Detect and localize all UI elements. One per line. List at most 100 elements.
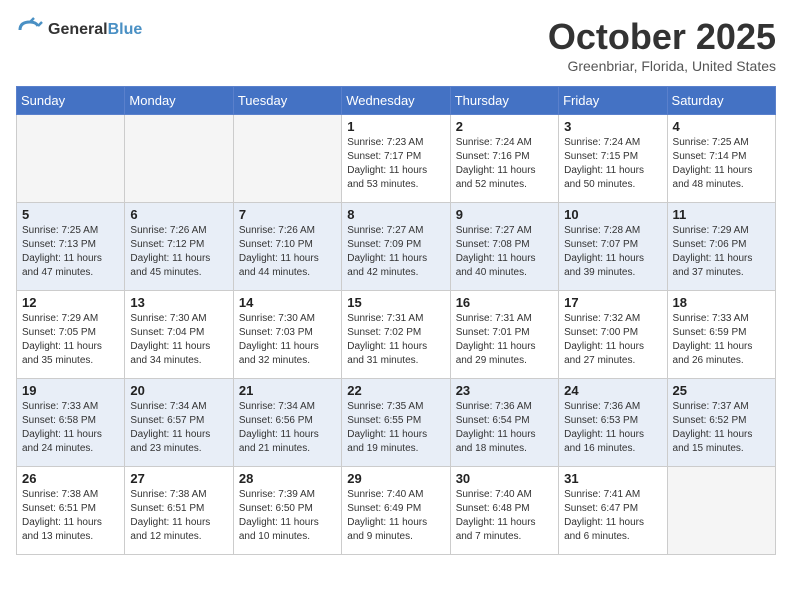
calendar-cell: 23Sunrise: 7:36 AM Sunset: 6:54 PM Dayli… <box>450 379 558 467</box>
day-number: 1 <box>347 119 444 134</box>
day-number: 25 <box>673 383 770 398</box>
calendar-cell: 11Sunrise: 7:29 AM Sunset: 7:06 PM Dayli… <box>667 203 775 291</box>
page-header: GeneralBlue October 2025 Greenbriar, Flo… <box>16 16 776 74</box>
calendar-cell: 6 Sunrise: 7:26 AM Sunset: 7:12 PM Daylig… <box>125 203 233 291</box>
calendar-cell: 15 Sunrise: 7:31 AM Sunset: 7:02 PM Dayli… <box>342 291 450 379</box>
logo-text: GeneralBlue <box>48 20 142 39</box>
day-of-week-header: Saturday <box>667 87 775 115</box>
day-number: 4 <box>673 119 770 134</box>
calendar-cell: 10Sunrise: 7:28 AM Sunset: 7:07 PM Dayli… <box>559 203 667 291</box>
day-of-week-header: Monday <box>125 87 233 115</box>
day-info: Sunrise: 7:34 AM Sunset: 6:57 PM Dayligh… <box>130 400 227 456</box>
title-block: October 2025 Greenbriar, Florida, United… <box>548 16 776 74</box>
day-info: Sunrise: 7:25 AM Sunset: 7:14 PM Dayligh… <box>673 136 770 192</box>
day-number: 6 <box>130 207 227 222</box>
day-info: Sunrise: 7:38 AM Sunset: 6:51 PM Dayligh… <box>130 488 227 544</box>
day-number: 15 <box>347 295 444 310</box>
calendar-cell: 29 Sunrise: 7:40 AM Sunset: 6:49 PM Dayli… <box>342 467 450 555</box>
logo-icon <box>16 16 44 44</box>
day-number: 17 <box>564 295 661 310</box>
calendar-week-row: 19 Sunrise: 7:33 AM Sunset: 6:58 PM Dayli… <box>17 379 776 467</box>
day-number: 18 <box>673 295 770 310</box>
day-number: 21 <box>239 383 336 398</box>
day-number: 31 <box>564 471 661 486</box>
day-info: Sunrise: 7:30 AM Sunset: 7:04 PM Dayligh… <box>130 312 227 368</box>
calendar-cell: 14Sunrise: 7:30 AM Sunset: 7:03 PM Dayli… <box>233 291 341 379</box>
day-info: Sunrise: 7:26 AM Sunset: 7:10 PM Dayligh… <box>239 224 336 280</box>
day-number: 29 <box>347 471 444 486</box>
day-info: Sunrise: 7:29 AM Sunset: 7:06 PM Dayligh… <box>673 224 770 280</box>
day-info: Sunrise: 7:31 AM Sunset: 7:02 PM Dayligh… <box>347 312 444 368</box>
calendar-header-row: SundayMondayTuesdayWednesdayThursdayFrid… <box>17 87 776 115</box>
day-number: 26 <box>22 471 119 486</box>
day-info: Sunrise: 7:25 AM Sunset: 7:13 PM Dayligh… <box>22 224 119 280</box>
calendar-cell: 13 Sunrise: 7:30 AM Sunset: 7:04 PM Dayli… <box>125 291 233 379</box>
day-info: Sunrise: 7:26 AM Sunset: 7:12 PM Dayligh… <box>130 224 227 280</box>
calendar-cell: 27 Sunrise: 7:38 AM Sunset: 6:51 PM Dayli… <box>125 467 233 555</box>
day-number: 7 <box>239 207 336 222</box>
day-of-week-header: Wednesday <box>342 87 450 115</box>
calendar-cell: 9 Sunrise: 7:27 AM Sunset: 7:08 PM Daylig… <box>450 203 558 291</box>
day-number: 5 <box>22 207 119 222</box>
day-number: 24 <box>564 383 661 398</box>
day-number: 12 <box>22 295 119 310</box>
day-info: Sunrise: 7:39 AM Sunset: 6:50 PM Dayligh… <box>239 488 336 544</box>
day-number: 23 <box>456 383 553 398</box>
day-info: Sunrise: 7:37 AM Sunset: 6:52 PM Dayligh… <box>673 400 770 456</box>
calendar-cell: 31 Sunrise: 7:41 AM Sunset: 6:47 PM Dayli… <box>559 467 667 555</box>
calendar-cell: 22Sunrise: 7:35 AM Sunset: 6:55 PM Dayli… <box>342 379 450 467</box>
month-title: October 2025 <box>548 16 776 58</box>
day-info: Sunrise: 7:27 AM Sunset: 7:09 PM Dayligh… <box>347 224 444 280</box>
calendar-cell: 25 Sunrise: 7:37 AM Sunset: 6:52 PM Dayli… <box>667 379 775 467</box>
calendar-cell: 7 Sunrise: 7:26 AM Sunset: 7:10 PM Daylig… <box>233 203 341 291</box>
day-info: Sunrise: 7:33 AM Sunset: 6:58 PM Dayligh… <box>22 400 119 456</box>
day-of-week-header: Thursday <box>450 87 558 115</box>
day-number: 28 <box>239 471 336 486</box>
calendar-cell: 8 Sunrise: 7:27 AM Sunset: 7:09 PM Daylig… <box>342 203 450 291</box>
day-number: 20 <box>130 383 227 398</box>
day-info: Sunrise: 7:40 AM Sunset: 6:49 PM Dayligh… <box>347 488 444 544</box>
day-number: 9 <box>456 207 553 222</box>
calendar-cell: 5 Sunrise: 7:25 AM Sunset: 7:13 PM Daylig… <box>17 203 125 291</box>
calendar-week-row: 26 Sunrise: 7:38 AM Sunset: 6:51 PM Dayli… <box>17 467 776 555</box>
day-info: Sunrise: 7:29 AM Sunset: 7:05 PM Dayligh… <box>22 312 119 368</box>
calendar-cell: 26 Sunrise: 7:38 AM Sunset: 6:51 PM Dayli… <box>17 467 125 555</box>
calendar-cell: 1 Sunrise: 7:23 AM Sunset: 7:17 PM Daylig… <box>342 115 450 203</box>
calendar-cell <box>125 115 233 203</box>
calendar-cell: 2Sunrise: 7:24 AM Sunset: 7:16 PM Daylig… <box>450 115 558 203</box>
calendar-cell <box>17 115 125 203</box>
calendar-cell: 17 Sunrise: 7:32 AM Sunset: 7:00 PM Dayli… <box>559 291 667 379</box>
day-info: Sunrise: 7:36 AM Sunset: 6:53 PM Dayligh… <box>564 400 661 456</box>
calendar-cell: 19 Sunrise: 7:33 AM Sunset: 6:58 PM Dayli… <box>17 379 125 467</box>
calendar-week-row: 5 Sunrise: 7:25 AM Sunset: 7:13 PM Daylig… <box>17 203 776 291</box>
logo: GeneralBlue <box>16 16 142 44</box>
day-number: 27 <box>130 471 227 486</box>
calendar-cell: 3Sunrise: 7:24 AM Sunset: 7:15 PM Daylig… <box>559 115 667 203</box>
day-of-week-header: Tuesday <box>233 87 341 115</box>
calendar-cell: 21 Sunrise: 7:34 AM Sunset: 6:56 PM Dayli… <box>233 379 341 467</box>
day-number: 8 <box>347 207 444 222</box>
day-info: Sunrise: 7:38 AM Sunset: 6:51 PM Dayligh… <box>22 488 119 544</box>
calendar-week-row: 1 Sunrise: 7:23 AM Sunset: 7:17 PM Daylig… <box>17 115 776 203</box>
day-number: 22 <box>347 383 444 398</box>
calendar-cell: 4 Sunrise: 7:25 AM Sunset: 7:14 PM Daylig… <box>667 115 775 203</box>
day-info: Sunrise: 7:27 AM Sunset: 7:08 PM Dayligh… <box>456 224 553 280</box>
day-info: Sunrise: 7:32 AM Sunset: 7:00 PM Dayligh… <box>564 312 661 368</box>
calendar-cell <box>667 467 775 555</box>
day-number: 14 <box>239 295 336 310</box>
calendar-cell: 28 Sunrise: 7:39 AM Sunset: 6:50 PM Dayli… <box>233 467 341 555</box>
day-number: 2 <box>456 119 553 134</box>
day-info: Sunrise: 7:41 AM Sunset: 6:47 PM Dayligh… <box>564 488 661 544</box>
calendar-cell <box>233 115 341 203</box>
day-of-week-header: Sunday <box>17 87 125 115</box>
day-info: Sunrise: 7:23 AM Sunset: 7:17 PM Dayligh… <box>347 136 444 192</box>
calendar-cell: 18Sunrise: 7:33 AM Sunset: 6:59 PM Dayli… <box>667 291 775 379</box>
location: Greenbriar, Florida, United States <box>548 58 776 74</box>
day-info: Sunrise: 7:31 AM Sunset: 7:01 PM Dayligh… <box>456 312 553 368</box>
day-info: Sunrise: 7:28 AM Sunset: 7:07 PM Dayligh… <box>564 224 661 280</box>
calendar-cell: 24 Sunrise: 7:36 AM Sunset: 6:53 PM Dayli… <box>559 379 667 467</box>
day-info: Sunrise: 7:34 AM Sunset: 6:56 PM Dayligh… <box>239 400 336 456</box>
day-info: Sunrise: 7:24 AM Sunset: 7:15 PM Dayligh… <box>564 136 661 192</box>
day-number: 13 <box>130 295 227 310</box>
day-number: 19 <box>22 383 119 398</box>
